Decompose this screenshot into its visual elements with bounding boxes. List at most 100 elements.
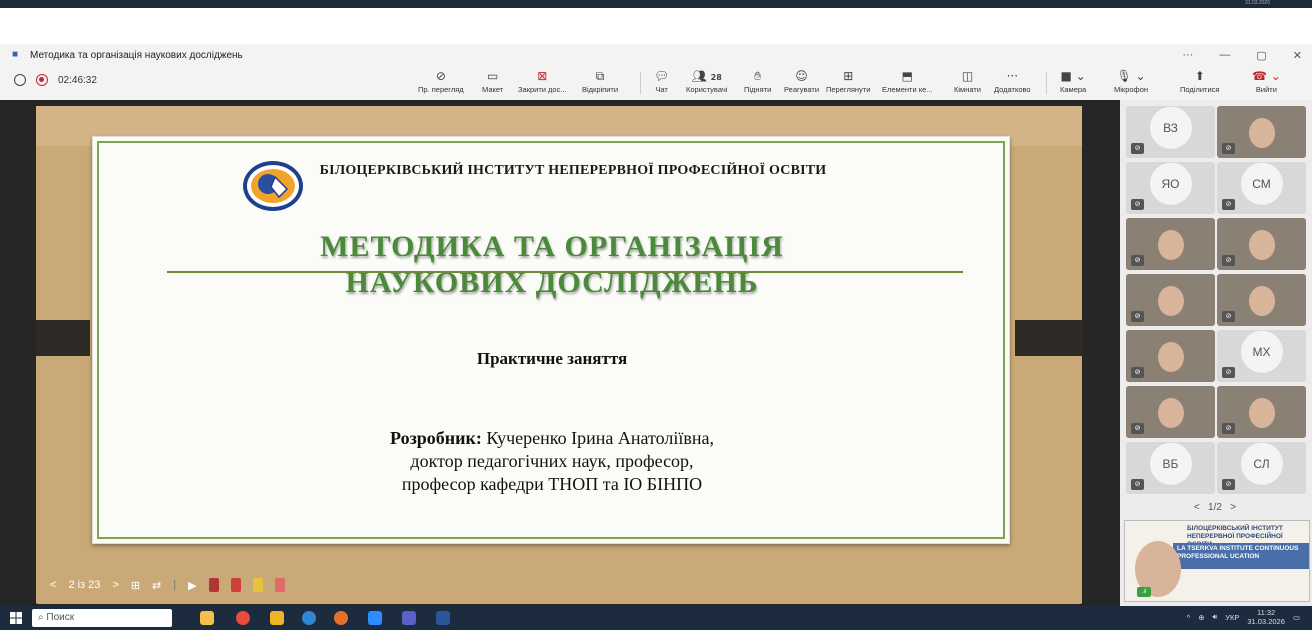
more-button[interactable]: ··· Додатково xyxy=(994,69,1031,94)
participant-tile[interactable]: ВБ ⊘ xyxy=(1126,442,1215,494)
teams-icon[interactable] xyxy=(402,611,416,625)
participant-initials: СЛ xyxy=(1240,442,1283,485)
participant-initials: ВЗ xyxy=(1149,106,1192,149)
slide-counter: 2 із 23 xyxy=(68,579,101,591)
pen-tool-icon[interactable] xyxy=(208,578,219,592)
participant-tile[interactable]: ⊘ xyxy=(1217,106,1306,158)
grid-view-icon[interactable]: ⊞ xyxy=(131,579,140,592)
highlighter-tool-icon[interactable] xyxy=(252,578,263,592)
muted-mic-icon: ⊘ xyxy=(1222,143,1235,154)
status-circle-icon xyxy=(14,74,26,86)
leave-icon: ☎ ⌄ xyxy=(1252,69,1281,83)
pointer-tool-icon[interactable]: ▶ xyxy=(188,579,196,592)
camera-button[interactable]: ■ ⌄ Камера xyxy=(1060,69,1086,94)
react-button[interactable]: ☺ Реагувати xyxy=(784,69,819,94)
title-rule xyxy=(167,271,963,273)
muted-mic-icon: ⊘ xyxy=(1222,423,1235,434)
layout-button[interactable]: ▭ Макет xyxy=(482,69,503,94)
widgets-icon[interactable] xyxy=(200,611,214,625)
muted-mic-icon: ⊘ xyxy=(1222,255,1235,266)
people-button[interactable]: 👥︎ 28 Користувачі xyxy=(686,69,727,94)
firefox-icon[interactable] xyxy=(334,611,348,625)
self-view[interactable]: БІЛОЦЕРКІВСЬКИЙ ІНСТИТУТ НЕПЕРЕРВНОЇ ПРО… xyxy=(1124,520,1310,602)
more-options-icon[interactable]: ··· xyxy=(1182,49,1193,61)
slide-navigation: < 2 із 23 > ⊞ ⇄ | ▶ xyxy=(50,573,285,597)
unpin-button[interactable]: ⧉ Відкріпити xyxy=(582,69,618,94)
next-slide-icon[interactable]: > xyxy=(112,579,118,591)
participant-tile[interactable]: ⊘ xyxy=(1126,386,1215,438)
participant-tile[interactable]: СМ ⊘ xyxy=(1217,162,1306,214)
restore-icon[interactable]: ▢ xyxy=(1256,49,1266,62)
mic-icon: 🎙︎ ⌄ xyxy=(1116,69,1146,83)
marker-tool-icon[interactable] xyxy=(230,578,241,592)
recording-icon xyxy=(36,74,48,86)
participant-tile[interactable]: МХ ⊘ xyxy=(1217,330,1306,382)
top-strip-clock: 31.03.2026 xyxy=(1244,0,1270,6)
volume-icon[interactable]: 🔊︎ xyxy=(1212,612,1217,622)
apps-button[interactable]: ⬒ Елементи ке... xyxy=(882,69,933,94)
shared-content-stage: БІЛОЦЕРКІВСЬКИЙ ІНСТИТУТ НЕПЕРЕРВНОЇ ПРО… xyxy=(0,100,1120,606)
nav-divider: | xyxy=(173,579,177,591)
participant-tile[interactable]: ⊘ xyxy=(1217,274,1306,326)
participant-video xyxy=(1248,286,1275,316)
participant-video xyxy=(1248,230,1275,260)
layout-icon: ▭ xyxy=(486,69,499,83)
taskbar: ⌕ Поиск ^ ⊕ 🔊︎ УКР 11:32 31.03.2026 ▭ xyxy=(0,606,1312,630)
word-icon[interactable] xyxy=(436,611,450,625)
edge-icon[interactable] xyxy=(302,611,316,625)
chrome-icon[interactable] xyxy=(236,611,250,625)
close-icon[interactable]: ✕ xyxy=(1293,49,1302,62)
rooms-button[interactable]: ◫ Кімнати xyxy=(954,69,981,94)
leave-button[interactable]: ☎ ⌄ Вийти xyxy=(1252,69,1281,94)
prev-slide-icon[interactable]: < xyxy=(50,579,56,591)
mic-button[interactable]: 🎙︎ ⌄ Мікрофон xyxy=(1114,69,1148,94)
muted-mic-icon: ⊘ xyxy=(1131,367,1144,378)
file-explorer-icon[interactable] xyxy=(270,611,284,625)
participant-tile[interactable]: ЯО ⊘ xyxy=(1126,162,1215,214)
eraser-tool-icon[interactable] xyxy=(274,578,285,592)
participant-tile[interactable]: ⊘ xyxy=(1217,386,1306,438)
slide-subtitle: Практичне заняття xyxy=(476,349,628,368)
search-placeholder: Поиск xyxy=(46,612,75,623)
gallery-page: 1/2 xyxy=(1208,502,1222,513)
participant-tile[interactable]: СЛ ⊘ xyxy=(1217,442,1306,494)
people-icon: 👥︎ 28 xyxy=(691,69,722,83)
taskbar-clock[interactable]: 11:32 31.03.2026 xyxy=(1247,608,1285,626)
zoom-icon[interactable] xyxy=(368,611,382,625)
search-icon: ⌕ xyxy=(38,612,44,623)
notifications-icon[interactable]: ▭ xyxy=(1293,613,1300,622)
muted-mic-icon: ⊘ xyxy=(1131,143,1144,154)
gallery-pager[interactable]: < 1/2 > xyxy=(1150,502,1280,513)
raise-hand-button[interactable]: ✋︎ Підняти xyxy=(744,69,771,94)
muted-mic-icon: ⊘ xyxy=(1222,367,1235,378)
slide-title: МЕТОДИКА ТА ОРГАНІЗАЦІЯ НАУКОВИХ ДОСЛІДЖ… xyxy=(93,229,1011,301)
preview-button[interactable]: ⊘ Пр. перегляд xyxy=(418,69,464,94)
eye-off-icon: ⊘ xyxy=(435,69,446,83)
participant-tile[interactable]: ВЗ ⊘ xyxy=(1126,106,1215,158)
language-indicator[interactable]: УКР xyxy=(1225,613,1239,622)
muted-mic-icon: ⊘ xyxy=(1222,199,1235,210)
pager-prev-icon[interactable]: < xyxy=(1194,502,1200,513)
system-tray: ^ ⊕ 🔊︎ УКР 11:32 31.03.2026 ▭ xyxy=(1187,608,1300,626)
minimize-icon[interactable]: — xyxy=(1219,49,1230,61)
taskbar-search[interactable]: ⌕ Поиск xyxy=(32,609,172,627)
participant-tile[interactable]: ⊘ xyxy=(1217,218,1306,270)
tray-expand-icon[interactable]: ^ xyxy=(1187,613,1191,622)
share-button[interactable]: ⬆ Поділитися xyxy=(1180,69,1219,94)
more-icon: ··· xyxy=(1006,69,1019,83)
close-sharing-button[interactable]: ⊠ Закрити дос... xyxy=(518,69,567,94)
participant-tile[interactable]: ⊘ xyxy=(1126,274,1215,326)
settings-icon[interactable]: ⇄ xyxy=(152,579,161,592)
muted-mic-icon: ⊘ xyxy=(1131,423,1144,434)
view-button[interactable]: ⊞ Переглянути xyxy=(826,69,870,94)
pager-next-icon[interactable]: > xyxy=(1230,502,1236,513)
participant-tile[interactable]: ⊘ xyxy=(1126,218,1215,270)
network-icon[interactable]: ⊕ xyxy=(1198,613,1204,622)
chat-button[interactable]: 💬︎ Чат xyxy=(654,69,669,94)
author-position: професор кафедри ТНОП та ІО БІНПО xyxy=(401,474,703,494)
author-degree: доктор педагогічних наук, професор, xyxy=(410,451,694,471)
windows-start-icon[interactable] xyxy=(10,612,22,624)
participant-tile[interactable]: ⊘ xyxy=(1126,330,1215,382)
participant-initials: МХ xyxy=(1240,330,1283,373)
slide-background: БІЛОЦЕРКІВСЬКИЙ ІНСТИТУТ НЕПЕРЕРВНОЇ ПРО… xyxy=(36,106,1083,604)
